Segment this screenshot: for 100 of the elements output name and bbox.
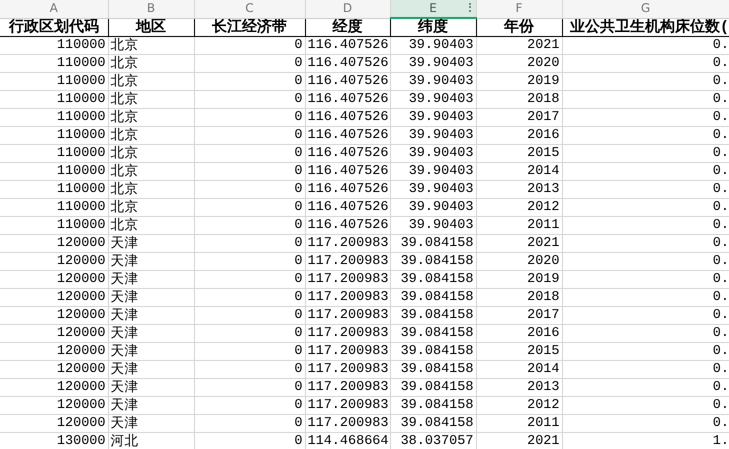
table-cell: 120000 (0, 378, 108, 396)
table-cell: 0 (194, 378, 305, 396)
table-cell: 北京 (108, 144, 194, 162)
table-cell: 2016 (476, 324, 562, 342)
table-cell: 0 (194, 432, 305, 449)
table-cell: 北京 (108, 36, 194, 54)
table-cell: 0 (194, 54, 305, 72)
column-header[interactable]: D (305, 0, 390, 18)
table-cell: 河北 (108, 432, 194, 449)
table-cell: 39.084158 (390, 252, 476, 270)
table-cell: 2017 (476, 108, 562, 126)
table-cell: 2021 (476, 36, 562, 54)
table-cell: 0. (562, 180, 729, 198)
header-cell: 纬度 (390, 18, 476, 36)
table-cell: 北京 (108, 162, 194, 180)
table-cell: 0 (194, 144, 305, 162)
table-cell: 39.084158 (390, 234, 476, 252)
table-cell: 110000 (0, 162, 108, 180)
table-cell: 0. (562, 378, 729, 396)
table-cell: 0 (194, 234, 305, 252)
table-cell: 116.407526 (305, 144, 390, 162)
header-cell: 业公共卫生机构床位数( (562, 18, 729, 36)
table-cell: 39.90403 (390, 54, 476, 72)
table-cell: 114.468664 (305, 432, 390, 449)
table-cell: 116.407526 (305, 36, 390, 54)
table-cell: 2021 (476, 234, 562, 252)
table-cell: 0. (562, 360, 729, 378)
column-header[interactable]: C (194, 0, 305, 18)
table-cell: 2018 (476, 288, 562, 306)
table-cell: 39.90403 (390, 36, 476, 54)
table-cell: 0 (194, 324, 305, 342)
header-cell: 长江经济带 (194, 18, 305, 36)
table-cell: 39.90403 (390, 216, 476, 234)
table-cell: 120000 (0, 288, 108, 306)
table-cell: 天津 (108, 378, 194, 396)
table-cell: 110000 (0, 108, 108, 126)
table-cell: 2015 (476, 342, 562, 360)
table-cell: 天津 (108, 396, 194, 414)
table-cell: 39.90403 (390, 144, 476, 162)
table-cell: 117.200983 (305, 324, 390, 342)
table-cell: 0. (562, 162, 729, 180)
table-cell: 110000 (0, 144, 108, 162)
table-cell: 0. (562, 108, 729, 126)
table-cell: 38.037057 (390, 432, 476, 449)
table-cell: 0. (562, 252, 729, 270)
table-cell: 0 (194, 216, 305, 234)
column-header[interactable]: E (390, 0, 476, 18)
table-cell: 0 (194, 36, 305, 54)
table-cell: 天津 (108, 288, 194, 306)
table-cell: 1. (562, 432, 729, 449)
table-cell: 0. (562, 396, 729, 414)
table-cell: 117.200983 (305, 270, 390, 288)
table-cell: 北京 (108, 216, 194, 234)
table-cell: 39.084158 (390, 288, 476, 306)
table-cell: 2019 (476, 270, 562, 288)
table-cell: 39.084158 (390, 396, 476, 414)
table-cell: 120000 (0, 342, 108, 360)
table-cell: 39.90403 (390, 108, 476, 126)
table-cell: 0 (194, 306, 305, 324)
table-cell: 0 (194, 342, 305, 360)
table-cell: 天津 (108, 306, 194, 324)
table-cell: 北京 (108, 198, 194, 216)
table-cell: 0 (194, 108, 305, 126)
table-cell: 0. (562, 126, 729, 144)
table-cell: 117.200983 (305, 360, 390, 378)
table-cell: 2013 (476, 378, 562, 396)
table-cell: 110000 (0, 216, 108, 234)
table-cell: 北京 (108, 90, 194, 108)
table-cell: 116.407526 (305, 162, 390, 180)
table-cell: 120000 (0, 360, 108, 378)
table-cell: 0. (562, 234, 729, 252)
table-cell: 2014 (476, 162, 562, 180)
table-cell: 0 (194, 126, 305, 144)
column-header[interactable]: A (0, 0, 108, 18)
table-cell: 0. (562, 306, 729, 324)
column-header[interactable]: G (562, 0, 729, 18)
table-cell: 117.200983 (305, 396, 390, 414)
table-cell: 39.084158 (390, 414, 476, 432)
table-cell: 2011 (476, 414, 562, 432)
table-cell: 117.200983 (305, 414, 390, 432)
header-cell: 地区 (108, 18, 194, 36)
table-cell: 0 (194, 288, 305, 306)
table-cell: 110000 (0, 126, 108, 144)
table-cell: 39.084158 (390, 378, 476, 396)
column-header[interactable]: F (476, 0, 562, 18)
header-cell: 行政区划代码 (0, 18, 108, 36)
table-cell: 120000 (0, 414, 108, 432)
table-cell: 110000 (0, 90, 108, 108)
table-cell: 天津 (108, 324, 194, 342)
table-cell: 0 (194, 72, 305, 90)
column-header[interactable]: B (108, 0, 194, 18)
table-cell: 39.90403 (390, 162, 476, 180)
table-cell: 39.90403 (390, 180, 476, 198)
table-cell: 天津 (108, 360, 194, 378)
table-cell: 2014 (476, 360, 562, 378)
table-cell: 2013 (476, 180, 562, 198)
table-cell: 2016 (476, 126, 562, 144)
table-cell: 天津 (108, 252, 194, 270)
table-cell: 116.407526 (305, 90, 390, 108)
table-cell: 北京 (108, 180, 194, 198)
